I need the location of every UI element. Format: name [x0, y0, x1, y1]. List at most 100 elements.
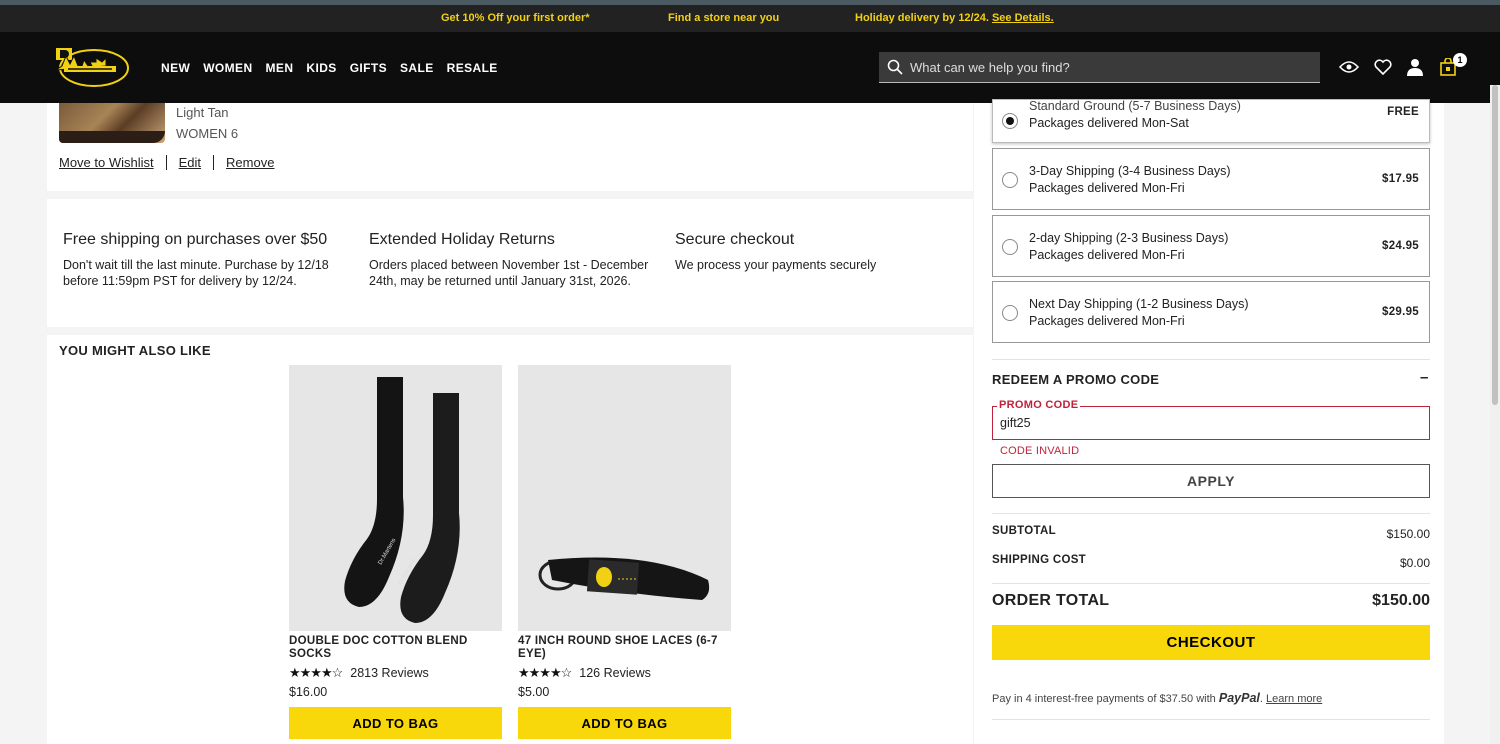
feature-title: Free shipping on purchases over $50	[63, 231, 328, 248]
star-rating-icon: ★★★★☆	[518, 665, 572, 680]
scrollbar-thumb[interactable]	[1492, 85, 1498, 405]
product-name[interactable]: 47 INCH ROUND SHOE LACES (6-7 EYE)	[518, 635, 731, 662]
search-icon	[887, 59, 903, 75]
collapse-icon[interactable]: –	[1420, 369, 1428, 386]
cart-item-color: Light Tan	[176, 105, 229, 120]
order-summary-panel: Standard Ground (5-7 Business Days) Pack…	[974, 99, 1444, 744]
search-input[interactable]	[910, 59, 1310, 75]
product-image-socks[interactable]: Dr.Martens Dr.Martens	[289, 365, 502, 631]
promo-code-label: PROMO CODE	[997, 399, 1081, 411]
shipping-days: Packages delivered Mon-Sat	[1029, 116, 1189, 130]
add-to-bag-button[interactable]: ADD TO BAG	[289, 707, 502, 739]
product-rating: ★★★★☆ 126 Reviews	[518, 665, 731, 681]
divider	[992, 583, 1430, 584]
account-user-icon[interactable]	[1404, 56, 1426, 78]
shipping-name: Next Day Shipping (1-2 Business Days)	[1029, 297, 1249, 311]
wishlist-heart-icon[interactable]	[1372, 56, 1394, 78]
divider	[992, 513, 1430, 514]
divider	[992, 359, 1430, 360]
add-to-bag-button[interactable]: ADD TO BAG	[518, 707, 731, 739]
paypal-logo: PayPal	[1218, 691, 1260, 705]
shipping-days: Packages delivered Mon-Fri	[1029, 314, 1185, 328]
feature-title: Extended Holiday Returns	[369, 231, 555, 248]
search-bar[interactable]	[879, 52, 1320, 83]
shipping-option-nextday[interactable]: Next Day Shipping (1-2 Business Days) Pa…	[992, 281, 1430, 343]
feature-secure-checkout: Secure checkout We process your payments…	[675, 231, 965, 273]
move-to-wishlist-link[interactable]: Move to Wishlist	[59, 155, 166, 170]
product-price: $16.00	[289, 685, 328, 699]
promo-code-input[interactable]	[1000, 416, 1420, 430]
star-rating-icon: ★★★★☆	[289, 665, 343, 680]
review-count[interactable]: 126 Reviews	[579, 666, 651, 680]
remove-link[interactable]: Remove	[213, 155, 286, 170]
shipping-option-standard[interactable]: Standard Ground (5-7 Business Days) Pack…	[992, 99, 1430, 143]
main-nav: NEW WOMEN MEN KIDS GIFTS SALE RESALE	[161, 61, 511, 75]
nav-kids[interactable]: KIDS	[306, 61, 336, 75]
shipping-price: FREE	[1387, 106, 1419, 118]
review-count[interactable]: 2813 Reviews	[350, 666, 429, 680]
recently-viewed-icon[interactable]	[1338, 56, 1360, 78]
shipping-name: 3-Day Shipping (3-4 Business Days)	[1029, 164, 1231, 178]
radio-unselected[interactable]	[1002, 239, 1018, 255]
radio-selected[interactable]	[1002, 113, 1018, 129]
promo-code-field[interactable]: PROMO CODE	[992, 399, 1430, 440]
feature-text: We process your payments securely	[675, 258, 877, 272]
feature-text: Don't wait till the last minute. Purchas…	[63, 258, 329, 288]
shipping-option-3day[interactable]: 3-Day Shipping (3-4 Business Days) Packa…	[992, 148, 1430, 210]
nav-resale[interactable]: RESALE	[447, 61, 498, 75]
promo-error-message: CODE INVALID	[1000, 445, 1080, 457]
apply-button[interactable]: APPLY	[992, 464, 1430, 498]
product-price: $5.00	[518, 685, 550, 699]
subtotal-value: $150.00	[1386, 527, 1430, 541]
product-name[interactable]: DOUBLE DOC COTTON BLEND SOCKS	[289, 635, 502, 662]
paypal-message: Pay in 4 interest-free payments of $37.5…	[992, 691, 1323, 705]
site-header: NEW WOMEN MEN KIDS GIFTS SALE RESALE 1	[0, 32, 1500, 103]
feature-free-shipping: Free shipping on purchases over $50 Don'…	[63, 231, 353, 289]
shopping-bag-icon[interactable]: 1	[1437, 53, 1467, 78]
shipping-price: $17.95	[1382, 173, 1419, 185]
cart-item-size: WOMEN 6	[176, 126, 239, 141]
nav-sale[interactable]: SALE	[400, 61, 434, 75]
checkout-button[interactable]: CHECKOUT	[992, 625, 1430, 660]
shipping-cost-label: SHIPPING COST	[992, 554, 1086, 566]
feature-text: Orders placed between November 1st - Dec…	[369, 258, 649, 288]
product-rating: ★★★★☆ 2813 Reviews	[289, 665, 502, 681]
shipping-days: Packages delivered Mon-Fri	[1029, 248, 1185, 262]
shipping-price: $29.95	[1382, 306, 1419, 318]
nav-men[interactable]: MEN	[266, 61, 294, 75]
paypal-text: Pay in 4 interest-free payments of $37.5…	[992, 693, 1216, 705]
store-locator-link[interactable]: Find a store near you	[668, 12, 779, 24]
shipping-name: Standard Ground (5-7 Business Days)	[1029, 99, 1241, 113]
cart-item-image[interactable]	[59, 103, 165, 143]
product-card: Dr.Martens Dr.Martens DOUBLE DOC COTTON …	[289, 365, 502, 739]
product-card: 47 INCH ROUND SHOE LACES (6-7 EYE) ★★★★☆…	[518, 365, 731, 739]
shipping-price: $24.95	[1382, 240, 1419, 252]
holiday-notice: Holiday delivery by 12/24. See Details.	[855, 12, 1054, 24]
nav-women[interactable]: WOMEN	[203, 61, 252, 75]
radio-unselected[interactable]	[1002, 305, 1018, 321]
subtotal-label: SUBTOTAL	[992, 525, 1056, 537]
promo-bar: Get 10% Off your first order* Find a sto…	[0, 5, 1500, 32]
feature-title: Secure checkout	[675, 231, 795, 248]
see-details-link[interactable]: See Details.	[992, 12, 1054, 24]
recommendations-title: YOU MIGHT ALSO LIKE	[59, 343, 211, 358]
promo-offer-link[interactable]: Get 10% Off your first order*	[441, 12, 590, 24]
nav-new[interactable]: NEW	[161, 61, 190, 75]
edit-link[interactable]: Edit	[165, 155, 213, 170]
shipping-days: Packages delivered Mon-Fri	[1029, 181, 1185, 195]
shipping-option-2day[interactable]: 2-day Shipping (2-3 Business Days) Packa…	[992, 215, 1430, 277]
bag-count-badge: 1	[1453, 53, 1467, 67]
dr-martens-logo[interactable]	[54, 44, 130, 90]
divider	[992, 719, 1430, 720]
shipping-name: 2-day Shipping (2-3 Business Days)	[1029, 231, 1229, 245]
promo-heading[interactable]: REDEEM A PROMO CODE	[992, 372, 1159, 387]
radio-unselected[interactable]	[1002, 172, 1018, 188]
page-scrollbar[interactable]	[1490, 85, 1500, 744]
product-image-laces[interactable]	[518, 365, 731, 631]
shipping-cost-value: $0.00	[1399, 556, 1430, 570]
holiday-text: Holiday delivery by 12/24.	[855, 12, 989, 24]
nav-gifts[interactable]: GIFTS	[350, 61, 387, 75]
recommendations-card	[47, 335, 973, 744]
learn-more-link[interactable]: Learn more	[1266, 693, 1322, 705]
order-total-label: ORDER TOTAL	[992, 592, 1110, 609]
